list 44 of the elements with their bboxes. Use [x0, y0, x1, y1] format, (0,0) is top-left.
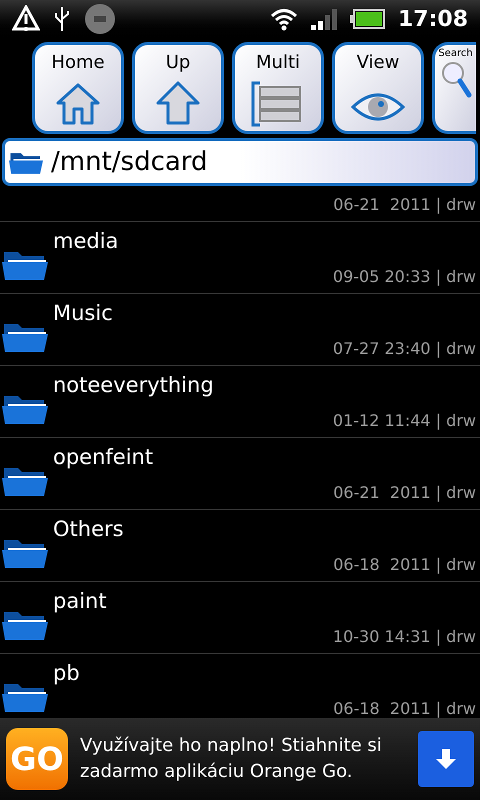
file-row[interactable]: 06-21 2011 | drw — [0, 186, 480, 222]
file-name: openfeint — [53, 444, 154, 471]
file-meta: 01-12 11:44 | drw — [332, 410, 476, 432]
file-name: Others — [53, 516, 124, 543]
usb-icon — [52, 5, 72, 33]
file-meta: 06-18 2011 | drw — [333, 698, 476, 718]
down-arrow-icon — [434, 747, 458, 771]
file-row[interactable]: paint 10-30 14:31 | drw — [0, 582, 480, 654]
file-meta: 09-05 20:33 | drw — [332, 266, 476, 288]
battery-icon — [350, 7, 386, 31]
file-meta: 06-21 2011 | drw — [333, 482, 476, 504]
folder-icon — [9, 150, 43, 174]
wifi-icon — [270, 7, 298, 31]
path-bar[interactable]: /mnt/sdcard — [2, 138, 478, 186]
search-icon — [440, 59, 472, 99]
file-row[interactable]: Music 07-27 23:40 | drw — [0, 294, 480, 366]
toolbar-button[interactable]: Home — [32, 42, 124, 134]
file-meta: 06-21 2011 | drw — [333, 194, 476, 216]
file-name: noteeverything — [53, 372, 214, 399]
toolbar-button[interactable]: View — [332, 42, 424, 134]
file-row[interactable]: media 09-05 20:33 | drw — [0, 222, 480, 294]
file-row[interactable]: noteeverything 01-12 11:44 | drw — [0, 366, 480, 438]
up-arrow-icon — [154, 79, 202, 127]
file-name: pb — [53, 660, 80, 687]
warning-icon — [12, 5, 40, 33]
signal-icon — [310, 7, 338, 31]
clock-time: 17:08 — [398, 6, 468, 34]
ad-text: Využívajte ho naplno! Stiahnite si zadarmo aplikáciu Orange Go. — [80, 734, 383, 784]
file-meta: 06-18 2011 | drw — [333, 554, 476, 576]
ad-banner[interactable]: GO Využívajte ho naplno! Stiahnite si zadarmo aplikáciu Orange Go. — [0, 718, 480, 800]
circle-icon — [84, 3, 116, 35]
download-button[interactable] — [418, 731, 474, 787]
toolbar-button[interactable]: Search — [432, 42, 476, 134]
file-name: paint — [53, 588, 107, 615]
toolbar-button[interactable]: Multi — [232, 42, 324, 134]
file-name: media — [53, 228, 118, 255]
file-meta: 07-27 23:40 | drw — [332, 338, 476, 360]
file-name: Music — [53, 300, 113, 327]
file-row[interactable]: Others 06-18 2011 | drw — [0, 510, 480, 582]
toolbar-button[interactable]: Up — [132, 42, 224, 134]
file-row[interactable]: openfeint 06-21 2011 | drw — [0, 438, 480, 510]
app-logo: GO — [6, 728, 68, 790]
file-meta: 10-30 14:31 | drw — [332, 626, 476, 648]
path-text: /mnt/sdcard — [51, 146, 208, 178]
